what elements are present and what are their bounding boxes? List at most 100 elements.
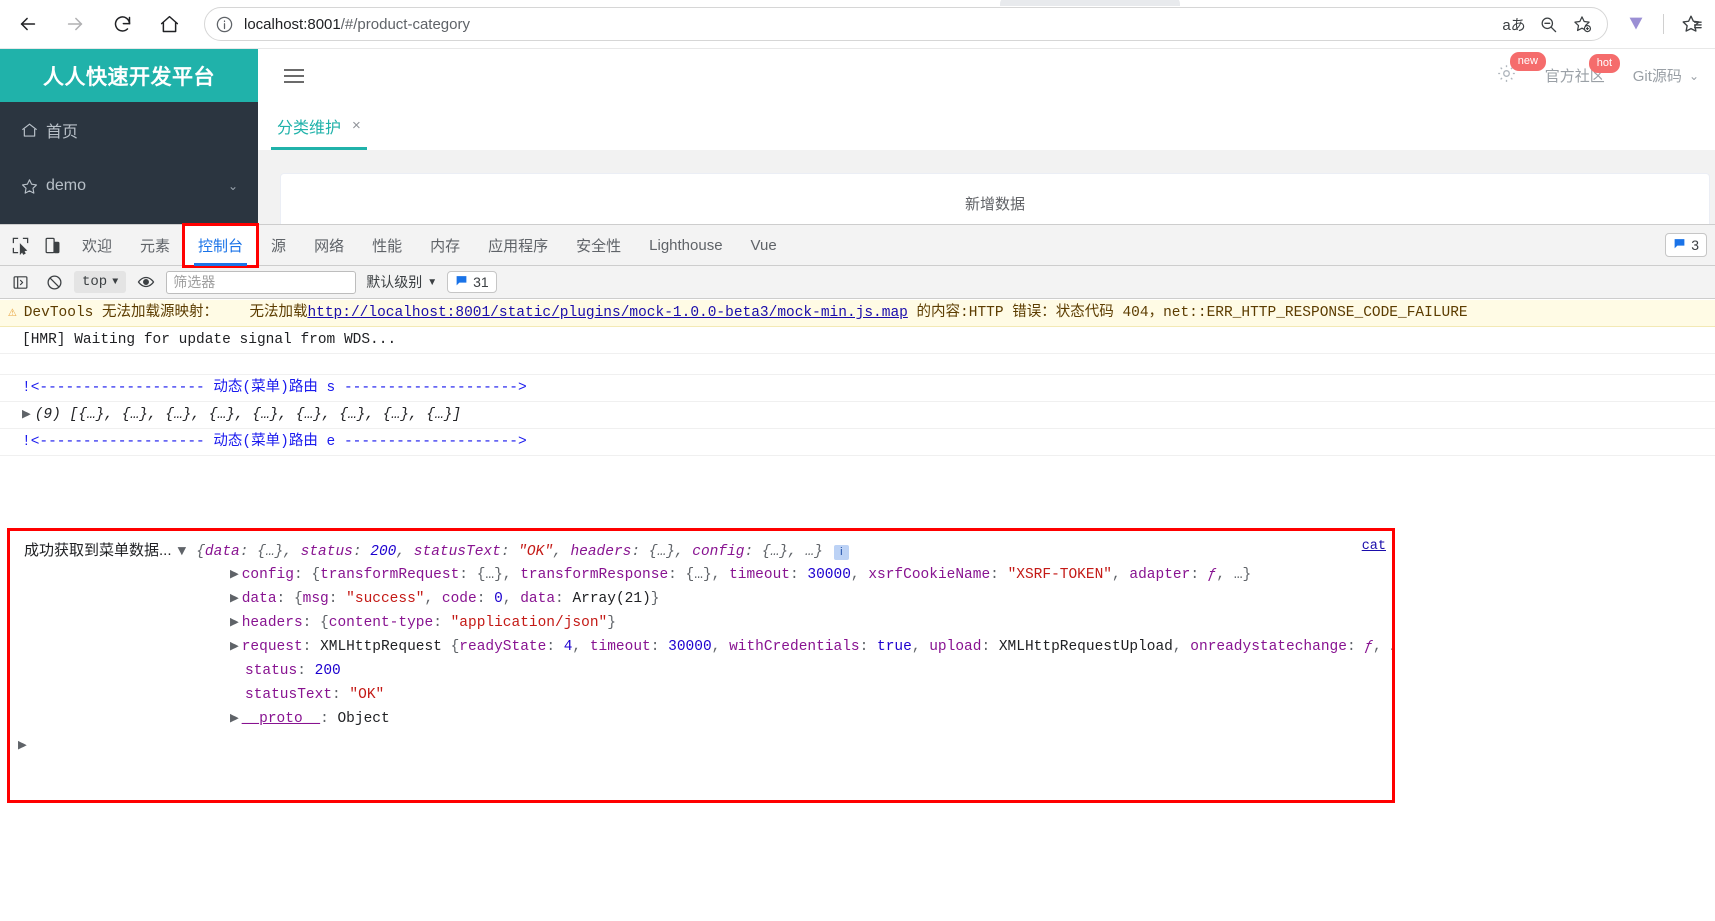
object-property-data[interactable]: ▶ data: {msg: "success", code: 0, data: A… <box>10 587 1392 611</box>
chevron-down-icon: ⌄ <box>1688 68 1699 83</box>
collections-icon[interactable] <box>1618 6 1654 42</box>
community-link[interactable]: 官方社区 hot <box>1545 54 1621 86</box>
console-hmr-row: [HMR] Waiting for update signal from WDS… <box>0 327 1715 354</box>
execution-context-value: top <box>82 274 108 290</box>
chevron-down-icon: ▼ <box>427 276 438 288</box>
object-property-config[interactable]: ▶ config: {transformRequest: {…}, transfo… <box>10 563 1392 587</box>
zoom-out-icon[interactable] <box>1533 9 1563 39</box>
forward-button[interactable] <box>56 5 94 43</box>
url-path: /#/product-category <box>340 15 470 33</box>
devtools-tab-elements[interactable]: 元素 <box>126 225 184 266</box>
devtools-tab-memory[interactable]: 内存 <box>416 225 474 266</box>
expand-triangle-icon[interactable]: ▶ <box>230 637 239 657</box>
devtools-tab-vue[interactable]: Vue <box>737 225 791 266</box>
expand-triangle-icon[interactable]: ▶ <box>22 405 31 425</box>
devtools-tab-performance[interactable]: 性能 <box>358 225 416 266</box>
add-favorite-icon[interactable] <box>1567 9 1597 39</box>
property-value: Object <box>337 711 390 727</box>
devtools-panel: 欢迎 元素 控制台 源 网络 性能 内存 应用程序 安全性 Lighthouse… <box>0 222 1715 921</box>
sidebar-item-home[interactable]: 首页 <box>0 102 258 158</box>
warning-mid: 无法加载 <box>249 305 308 321</box>
highlighted-console-region: 成功获取到菜单数据... ▼ {data: {…}, status: 200, … <box>7 528 1395 803</box>
console-warning-row[interactable]: ⚠ DevTools 无法加载源映射： 无法加载http://localhost… <box>0 300 1715 327</box>
web-application: 人人快速开发平台 new 官方社区 hot Git源码 ⌄ 首页 demo ⌄ … <box>0 49 1715 233</box>
devtools-tab-lighthouse[interactable]: Lighthouse <box>635 225 736 266</box>
property-name: status <box>245 663 298 679</box>
app-logo[interactable]: 人人快速开发平台 <box>0 49 258 102</box>
reload-button[interactable] <box>103 5 141 43</box>
back-button[interactable] <box>9 5 47 43</box>
console-sidebar-toggle-icon[interactable] <box>6 269 34 295</box>
live-expression-eye-icon[interactable] <box>132 269 160 295</box>
devtools-tab-sources[interactable]: 源 <box>257 225 300 266</box>
property-name: request <box>241 639 303 655</box>
console-toolbar: top ▼ 默认级别 ▼ 31 <box>0 266 1715 299</box>
object-property-headers[interactable]: ▶ headers: {content-type: "application/js… <box>10 611 1392 635</box>
devtools-tab-bar: 欢迎 元素 控制台 源 网络 性能 内存 应用程序 安全性 Lighthouse… <box>0 222 1715 268</box>
app-content: 分类维护 × 新增数据 <box>258 102 1715 233</box>
expand-triangle-icon[interactable]: ▶ <box>230 565 239 585</box>
console-object-row[interactable]: 成功获取到菜单数据... ▼ {data: {…}, status: 200, … <box>10 536 1392 563</box>
warning-icon: ⚠ <box>8 305 17 321</box>
devtools-tab-application[interactable]: 应用程序 <box>474 225 562 266</box>
collapse-triangle-icon[interactable]: ▼ <box>178 544 187 560</box>
app-logo-text: 人人快速开发平台 <box>43 65 215 89</box>
message-count-chip[interactable]: 31 <box>447 271 497 293</box>
console-input-prompt[interactable]: ▶ <box>10 731 1392 754</box>
devtools-tab-console[interactable]: 控制台 <box>182 222 260 268</box>
clear-console-icon[interactable] <box>40 269 68 295</box>
success-message-label: 成功获取到菜单数据... <box>24 542 172 559</box>
message-icon <box>455 274 468 290</box>
device-toolbar-icon[interactable] <box>36 229 68 261</box>
settings-gear-button[interactable]: new <box>1496 51 1546 89</box>
site-info-icon[interactable] <box>215 15 234 34</box>
warning-prefix: DevTools 无法加载源映射： <box>23 305 219 321</box>
object-property-proto[interactable]: ▶ __proto__: Object <box>10 707 1392 731</box>
expand-triangle-icon[interactable]: ▶ <box>230 709 239 729</box>
tab-product-category-label: 分类维护 <box>277 119 342 137</box>
expand-triangle-icon[interactable]: ▶ <box>230 613 239 633</box>
read-aloud-icon[interactable]: aあ <box>1499 9 1529 39</box>
warning-suffix: 的内容:HTTP 错误：状态代码 404，net::ERR_HTTP_RESPO… <box>907 305 1468 321</box>
home-button[interactable] <box>150 5 188 43</box>
info-icon[interactable]: i <box>833 544 849 560</box>
browser-chrome: localhost:8001/#/product-category aあ <box>0 0 1715 49</box>
source-map-link[interactable]: http://localhost:8001/static/plugins/moc… <box>307 305 907 321</box>
console-source-link[interactable]: cat <box>1362 539 1386 554</box>
expand-triangle-icon[interactable]: ▶ <box>230 589 239 609</box>
inspect-element-icon[interactable] <box>4 229 36 261</box>
git-source-dropdown[interactable]: Git源码 ⌄ <box>1633 65 1699 86</box>
object-property-request[interactable]: ▶ request: XMLHttpRequest {readyState: 4,… <box>10 635 1392 659</box>
property-name: config <box>241 567 294 583</box>
console-array-row[interactable]: ▶ (9) [{…}, {…}, {…}, {…}, {…}, {…}, {…},… <box>0 402 1715 429</box>
close-icon[interactable]: × <box>352 117 361 134</box>
console-output[interactable]: ⚠ DevTools 无法加载源映射： 无法加载http://localhost… <box>0 300 1715 921</box>
community-hot-badge: hot <box>1588 54 1621 73</box>
address-bar[interactable]: localhost:8001/#/product-category aあ <box>204 7 1608 41</box>
app-sidebar: 首页 demo ⌄ <box>0 102 258 224</box>
home-icon <box>20 121 46 140</box>
git-source-label: Git源码 <box>1632 68 1682 85</box>
favorites-icon[interactable] <box>1673 6 1709 42</box>
sidebar-item-demo[interactable]: demo ⌄ <box>0 158 258 214</box>
log-level-select[interactable]: 默认级别 ▼ <box>362 272 441 292</box>
console-array-text: (9) [{…}, {…}, {…}, {…}, {…}, {…}, {…}, … <box>34 407 462 423</box>
browser-extensions-area <box>1618 6 1715 42</box>
devtools-tab-security[interactable]: 安全性 <box>562 225 635 266</box>
app-header: new 官方社区 hot Git源码 ⌄ <box>258 49 1715 102</box>
tab-product-category[interactable]: 分类维护 × <box>271 104 367 150</box>
browser-tab-stub[interactable] <box>1000 0 1180 6</box>
console-blank-row <box>0 354 1715 375</box>
devtools-tab-network[interactable]: 网络 <box>300 225 358 266</box>
panel-text: 新增数据 <box>964 195 1025 213</box>
chevron-down-icon: ⌄ <box>227 179 238 193</box>
gear-new-badge: new <box>1509 51 1546 71</box>
issues-counter-button[interactable]: 3 <box>1665 233 1707 257</box>
issues-count: 3 <box>1691 237 1699 253</box>
execution-context-select[interactable]: top ▼ <box>74 271 127 293</box>
console-filter-input[interactable] <box>166 270 357 294</box>
sidebar-item-home-label: 首页 <box>46 124 79 141</box>
devtools-tab-welcome[interactable]: 欢迎 <box>68 225 126 266</box>
menu-toggle-icon[interactable] <box>284 68 304 83</box>
property-name: statusText <box>245 687 333 703</box>
